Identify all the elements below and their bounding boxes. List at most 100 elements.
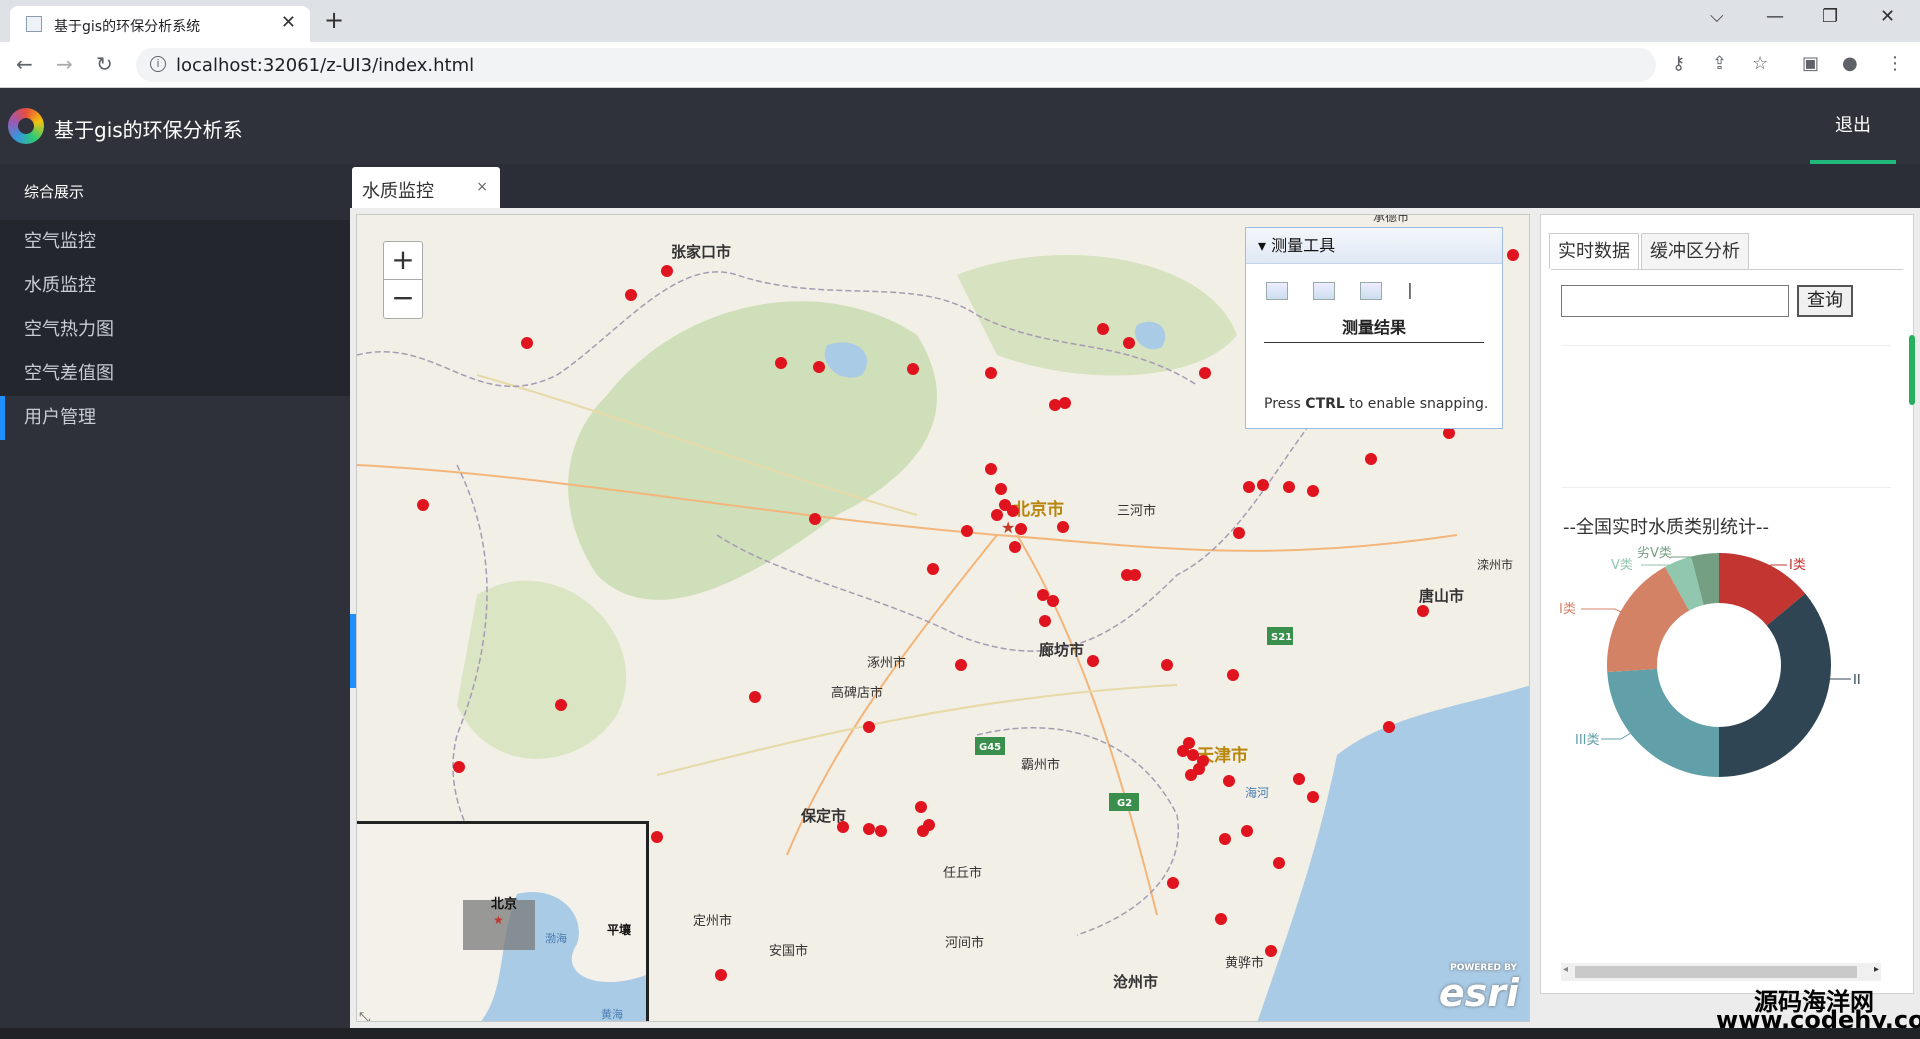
station-marker[interactable] [809,513,821,525]
station-marker[interactable] [875,825,887,837]
station-marker[interactable] [995,483,1007,495]
url-field[interactable]: i localhost:32061/z-UI3/index.html [136,48,1656,82]
overview-resize-icon[interactable]: ⤡ [359,1010,370,1022]
donut-slice-3[interactable] [1607,668,1719,777]
station-marker[interactable] [661,265,673,277]
close-window-button[interactable]: ✕ [1880,6,1895,27]
collapse-triangle-icon[interactable]: ▾ [1258,236,1266,255]
station-marker[interactable] [1219,833,1231,845]
menu-icon[interactable]: ⋮ [1886,53,1904,74]
station-marker[interactable] [1233,527,1245,539]
station-marker[interactable] [961,525,973,537]
station-marker[interactable] [1049,399,1061,411]
sidebar-item-air-heatmap[interactable]: 空气热力图 [0,308,350,352]
station-marker[interactable] [1257,479,1269,491]
tab-realtime-data[interactable]: 实时数据 [1549,233,1639,269]
station-marker[interactable] [1273,857,1285,869]
measure-tool-header[interactable]: ▾ 测量工具 [1246,228,1502,264]
station-marker[interactable] [1167,877,1179,889]
new-tab-button[interactable]: + [324,6,344,34]
overview-map[interactable]: 北京 ★ 渤海 平壤 黄海 ⤡ [357,821,649,1022]
sidebar-item-user-management[interactable]: 用户管理 [0,396,350,440]
close-icon[interactable]: × [476,179,488,195]
station-marker[interactable] [1185,769,1197,781]
measure-location-icon[interactable] [1360,281,1383,300]
station-marker[interactable] [1383,721,1395,733]
station-marker[interactable] [651,831,663,843]
share-icon[interactable]: ⇪ [1712,53,1727,74]
station-marker[interactable] [1417,605,1429,617]
tab-search-icon[interactable]: ⌵ [1710,6,1724,27]
map-view[interactable]: 张家口市 北京市 三河市 唐山市 廊坊市 涿州市 高碑店市 霸州市 天津市 保定… [356,214,1530,1022]
station-marker[interactable] [863,823,875,835]
station-marker[interactable] [417,499,429,511]
logout-button[interactable]: 退出 [1810,88,1896,164]
station-marker[interactable] [1243,481,1255,493]
station-marker[interactable] [775,357,787,369]
station-marker[interactable] [1265,945,1277,957]
horizontal-scrollbar[interactable]: ◂ ▸ [1561,963,1881,981]
station-marker[interactable] [915,801,927,813]
station-marker[interactable] [837,821,849,833]
reload-icon[interactable]: ↻ [96,52,113,76]
sidebar-item-water-monitor[interactable]: 水质监控 [0,264,350,308]
measure-area-icon[interactable] [1266,281,1288,300]
browser-tab[interactable]: 基于gis的环保分析系统 ✕ [10,6,310,42]
station-marker[interactable] [1507,249,1519,261]
station-marker[interactable] [955,659,967,671]
station-marker[interactable] [985,463,997,475]
vertical-scrollbar[interactable] [1909,335,1915,405]
query-input[interactable] [1561,285,1789,317]
station-marker[interactable] [1037,589,1049,601]
station-marker[interactable] [1087,655,1099,667]
station-marker[interactable] [555,699,567,711]
station-marker[interactable] [521,337,533,349]
back-icon[interactable]: ← [16,52,33,76]
maximize-button[interactable]: ❐ [1822,6,1838,27]
scroll-right-icon[interactable]: ▸ [1874,964,1879,975]
key-icon[interactable]: ⚷ [1672,53,1685,74]
station-marker[interactable] [1129,569,1141,581]
station-marker[interactable] [907,363,919,375]
station-marker[interactable] [991,509,1003,521]
zoom-in-button[interactable]: + [384,242,422,280]
station-marker[interactable] [917,825,929,837]
station-marker[interactable] [863,721,875,733]
sidebar-item-air-monitor[interactable]: 空气监控 [0,220,350,264]
station-marker[interactable] [927,563,939,575]
station-marker[interactable] [1057,521,1069,533]
station-marker[interactable] [1215,913,1227,925]
donut-slice-2[interactable] [1719,593,1831,777]
query-button[interactable]: 查询 [1797,285,1853,317]
bookmark-star-icon[interactable]: ☆ [1752,53,1768,74]
profile-icon[interactable]: ● [1842,53,1858,74]
tab-buffer-analysis[interactable]: 缓冲区分析 [1641,233,1749,269]
station-marker[interactable] [1047,595,1059,607]
scrollbar-thumb[interactable] [1575,966,1857,978]
scroll-left-icon[interactable]: ◂ [1563,964,1568,975]
station-marker[interactable] [1123,337,1135,349]
station-marker[interactable] [1161,659,1173,671]
station-marker[interactable] [1293,773,1305,785]
forward-icon[interactable]: → [56,52,73,76]
sidebar-group-overview[interactable]: 综合展示 [0,164,350,220]
station-marker[interactable] [1365,453,1377,465]
zoom-out-button[interactable]: − [384,280,422,318]
station-marker[interactable] [985,367,997,379]
measure-distance-icon[interactable] [1313,281,1336,300]
station-marker[interactable] [1283,481,1295,493]
minimize-button[interactable]: — [1766,6,1784,27]
station-marker[interactable] [1199,367,1211,379]
station-marker[interactable] [1307,485,1319,497]
close-tab-icon[interactable]: ✕ [281,12,296,33]
station-marker[interactable] [625,289,637,301]
station-marker[interactable] [715,969,727,981]
side-panel-icon[interactable]: ▣ [1802,53,1819,74]
station-marker[interactable] [1307,791,1319,803]
station-marker[interactable] [1187,749,1199,761]
station-marker[interactable] [453,761,465,773]
station-marker[interactable] [1241,825,1253,837]
station-marker[interactable] [1223,775,1235,787]
station-marker[interactable] [1007,505,1019,517]
station-marker[interactable] [1227,669,1239,681]
